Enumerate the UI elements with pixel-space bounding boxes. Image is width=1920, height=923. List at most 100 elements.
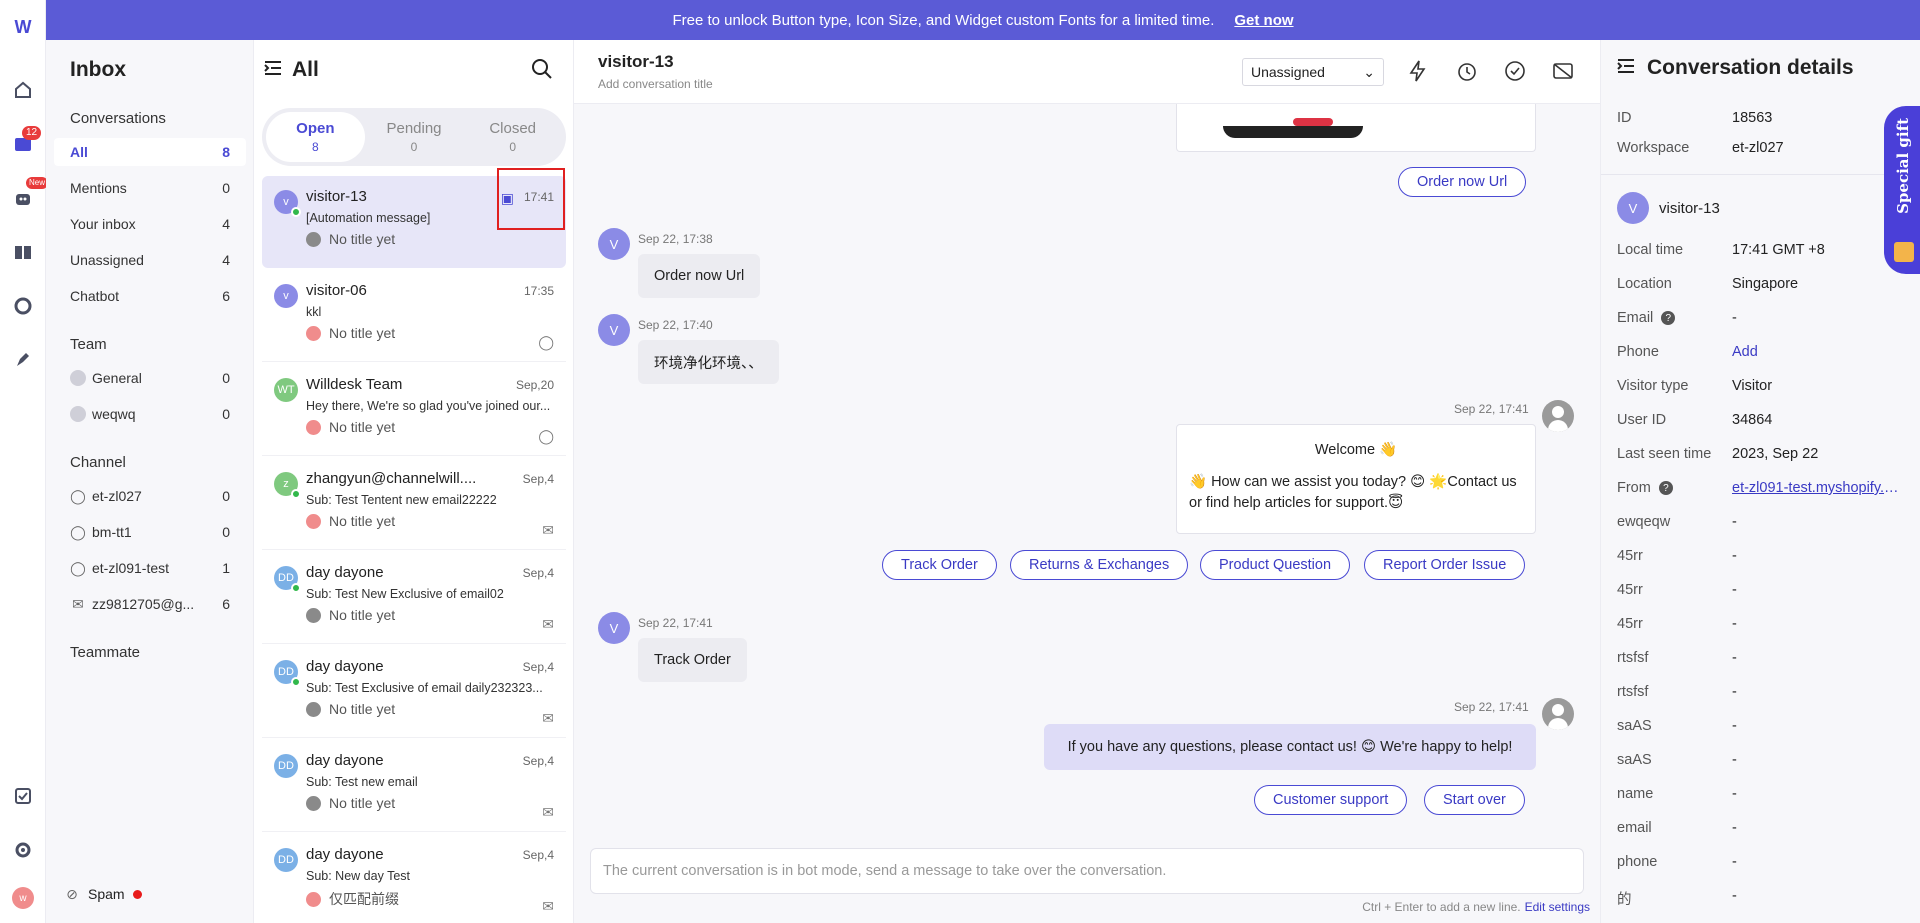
spam-dot bbox=[132, 889, 142, 899]
detail-key-text: rtsfsf bbox=[1617, 684, 1649, 700]
detail-key-text: 的 bbox=[1617, 892, 1632, 908]
channel-item-count: 6 bbox=[222, 596, 230, 612]
online-dot bbox=[291, 583, 301, 593]
conversation-item[interactable]: DD day dayone Sep,4 Sub: New day Test 仅匹配前缀 ✉ bbox=[262, 834, 566, 923]
spam-icon: ⊘ bbox=[66, 885, 78, 902]
message-time: Sep 22, 17:41 bbox=[1454, 402, 1529, 416]
detail-key-text: saAS bbox=[1617, 718, 1652, 734]
quick-reply-track-order[interactable]: Track Order bbox=[882, 550, 997, 580]
conversation-item[interactable]: DD day dayone Sep,4 Sub: Test new email No t… bbox=[262, 740, 566, 832]
nav-item-label: Your inbox bbox=[70, 216, 136, 232]
detail-value[interactable]: Add bbox=[1732, 344, 1902, 360]
tab-open[interactable]: Open 8 bbox=[266, 112, 365, 162]
detail-key-text: Phone bbox=[1617, 344, 1659, 360]
support-icon[interactable] bbox=[11, 294, 35, 318]
detail-value: - bbox=[1732, 310, 1737, 326]
edit-settings-link[interactable]: Edit settings bbox=[1525, 900, 1590, 914]
inbox-badge: 12 bbox=[22, 126, 42, 140]
conversation-item[interactable]: v visitor-06 17:35 kkl No title yet ◯ bbox=[262, 270, 566, 362]
rocket-icon[interactable] bbox=[11, 348, 35, 372]
channel-item-et-zl091-test[interactable]: ◯ et-zl091-test 1 bbox=[54, 554, 246, 582]
nav-item-chatbot[interactable]: Chatbot 6 bbox=[54, 282, 246, 310]
detail-value: 2023, Sep 22 bbox=[1732, 446, 1819, 462]
visitor-avatar: V bbox=[598, 612, 630, 644]
contact-avatar: v bbox=[274, 284, 298, 308]
message-time: Sep 22, 17:41 bbox=[1454, 700, 1529, 714]
chat-header: visitor-13 Add conversation title Unassi… bbox=[574, 40, 1600, 104]
alarm-icon[interactable] bbox=[1456, 60, 1480, 84]
quick-reply-product-question[interactable]: Product Question bbox=[1200, 550, 1351, 580]
home-icon[interactable] bbox=[11, 78, 35, 102]
chat-bubble-icon: ◯ bbox=[538, 334, 554, 350]
contact-name: zhangyun@channelwill.... bbox=[306, 470, 477, 487]
detail-key-text: User ID bbox=[1617, 412, 1667, 428]
channel-item-label: bm-tt1 bbox=[92, 524, 132, 540]
start-over-button[interactable]: Start over bbox=[1424, 785, 1525, 815]
special-gift-tab[interactable]: Special gift bbox=[1884, 106, 1920, 274]
book-icon[interactable] bbox=[11, 240, 35, 264]
chevron-down-icon: ⌄ bbox=[1363, 63, 1375, 80]
nav-item-unassigned[interactable]: Unassigned 4 bbox=[54, 246, 246, 274]
nav-item-all[interactable]: All 8 bbox=[54, 138, 246, 166]
team-item-label: weqwq bbox=[92, 406, 136, 422]
app-logo[interactable]: W bbox=[10, 16, 36, 38]
assignee-select[interactable]: Unassigned ⌄ bbox=[1242, 58, 1384, 86]
get-now-link[interactable]: Get now bbox=[1234, 12, 1293, 29]
conversation-time: Sep,4 bbox=[522, 566, 554, 580]
detail-row: ewqeqw - bbox=[1617, 514, 1917, 530]
detail-key: ewqeqw bbox=[1617, 514, 1732, 530]
detail-key-text: rtsfsf bbox=[1617, 650, 1649, 666]
details-panel: Conversation details ID 18563 Workspace et… bbox=[1600, 40, 1920, 923]
user-avatar[interactable]: w bbox=[12, 887, 34, 909]
detail-value: - bbox=[1732, 854, 1737, 870]
channel-item-et-zl027[interactable]: ◯ et-zl027 0 bbox=[54, 482, 246, 510]
detail-value[interactable]: et-zl091-test.myshopify.com bbox=[1732, 480, 1902, 496]
message-time: Sep 22, 17:40 bbox=[638, 318, 713, 332]
team-item-general[interactable]: General 0 bbox=[54, 364, 246, 392]
add-title-link[interactable]: Add conversation title bbox=[598, 77, 713, 91]
collapse-details-icon[interactable] bbox=[1617, 56, 1635, 80]
list-header: All bbox=[264, 58, 564, 82]
chatbot-icon[interactable] bbox=[11, 186, 35, 210]
tasks-icon[interactable] bbox=[11, 784, 35, 808]
assignee-icon bbox=[306, 231, 321, 247]
visitor-message: 环境净化环境、、 bbox=[638, 340, 779, 384]
tab-label: Pending bbox=[386, 120, 442, 137]
banner-text: Free to unlock Button type, Icon Size, a… bbox=[672, 11, 1215, 29]
team-item-weqwq[interactable]: weqwq 0 bbox=[54, 400, 246, 428]
nav-item-mentions[interactable]: Mentions 0 bbox=[54, 174, 246, 202]
message-input[interactable]: The current conversation is in bot mode,… bbox=[590, 848, 1584, 894]
quick-reply-returns[interactable]: Returns & Exchanges bbox=[1010, 550, 1189, 580]
order-now-button[interactable]: Order now Url bbox=[1398, 167, 1527, 197]
tab-count: 0 bbox=[509, 140, 517, 154]
channel-item-count: 0 bbox=[222, 488, 230, 504]
tab-pending[interactable]: Pending 0 bbox=[365, 112, 464, 162]
conversation-item[interactable]: WT Willdesk Team Sep,20 Hey there, We're so… bbox=[262, 364, 566, 456]
lightning-icon[interactable] bbox=[1408, 60, 1432, 84]
detail-key-text: Visitor type bbox=[1617, 378, 1689, 394]
contact-avatar: DD bbox=[274, 848, 298, 872]
conversation-item[interactable]: DD day dayone Sep,4 Sub: Test Exclusive of … bbox=[262, 646, 566, 738]
spam-mail-icon[interactable] bbox=[1552, 60, 1576, 84]
spam-item[interactable]: ⊘ Spam bbox=[64, 886, 142, 902]
tab-closed[interactable]: Closed 0 bbox=[463, 112, 562, 162]
customer-support-button[interactable]: Customer support bbox=[1254, 785, 1408, 815]
tab-count: 8 bbox=[311, 140, 319, 154]
detail-row: Email? - bbox=[1617, 310, 1917, 326]
gift-icon bbox=[1894, 242, 1914, 262]
nav-item-label: Chatbot bbox=[70, 288, 120, 304]
resolve-icon[interactable] bbox=[1504, 60, 1528, 84]
search-icon[interactable] bbox=[531, 58, 553, 83]
detail-row: rtsfsf - bbox=[1617, 684, 1917, 700]
nav-item-your-inbox[interactable]: Your inbox 4 bbox=[54, 210, 246, 238]
channel-item-bm-tt1[interactable]: ◯ bm-tt1 0 bbox=[54, 518, 246, 546]
channel-item-email[interactable]: ✉ zz9812705@g... 6 bbox=[54, 590, 246, 618]
settings-icon[interactable] bbox=[11, 838, 35, 862]
quick-reply-report-issue[interactable]: Report Order Issue bbox=[1364, 550, 1526, 580]
help-icon[interactable]: ? bbox=[1661, 311, 1676, 325]
nav-item-label: All bbox=[70, 144, 88, 160]
conversation-item[interactable]: z zhangyun@channelwill.... Sep,4 Sub: Test … bbox=[262, 458, 566, 550]
help-icon[interactable]: ? bbox=[1658, 481, 1673, 495]
collapse-icon[interactable] bbox=[264, 58, 282, 82]
conversation-item[interactable]: DD day dayone Sep,4 Sub: Test New Exclusive… bbox=[262, 552, 566, 644]
